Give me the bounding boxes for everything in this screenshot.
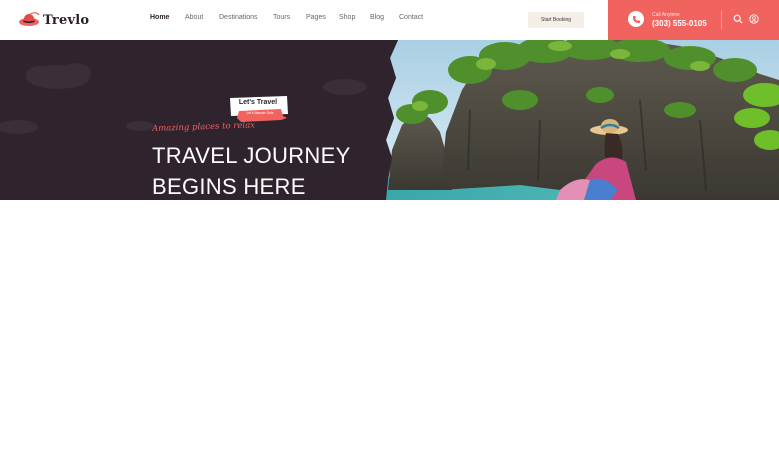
nav-pages[interactable]: Pages (306, 14, 326, 21)
site-header: Trevlo Home About Destinations Tours Pag… (0, 0, 779, 40)
nav-shop[interactable]: Shop (339, 14, 355, 21)
logo-hat-icon (19, 12, 40, 26)
nav-home[interactable]: Home (150, 14, 169, 21)
badge-subtitle: Let's Wander Sofa (246, 111, 274, 115)
call-panel: Call Anytime (303) 555-0105 (608, 0, 779, 40)
nav-tours[interactable]: Tours (273, 14, 290, 21)
phone-icon[interactable] (628, 11, 644, 27)
hero-section: Let's Travel Let's Wander Sofa Amazing p… (0, 40, 779, 200)
nav-blog[interactable]: Blog (370, 14, 384, 21)
page-body (0, 200, 779, 458)
hero-headline-line2: BEGINS HERE (152, 174, 306, 199)
call-anytime-label: Call Anytime (652, 12, 680, 18)
nav-about[interactable]: About (185, 14, 203, 21)
hero-photo (0, 40, 779, 200)
start-booking-button[interactable]: Start Booking (528, 12, 584, 28)
logo-text: Trevlo (43, 12, 90, 28)
phone-number[interactable]: (303) 555-0105 (652, 19, 707, 28)
badge-title: Let's Travel (238, 99, 278, 106)
user-icon[interactable] (749, 14, 759, 24)
logo[interactable]: Trevlo (18, 9, 89, 31)
nav-contact[interactable]: Contact (399, 14, 423, 21)
divider (721, 10, 722, 30)
nav-destinations[interactable]: Destinations (219, 14, 258, 21)
hero-headline-line1: TRAVEL JOURNEY (152, 143, 351, 168)
search-icon[interactable] (733, 14, 743, 24)
